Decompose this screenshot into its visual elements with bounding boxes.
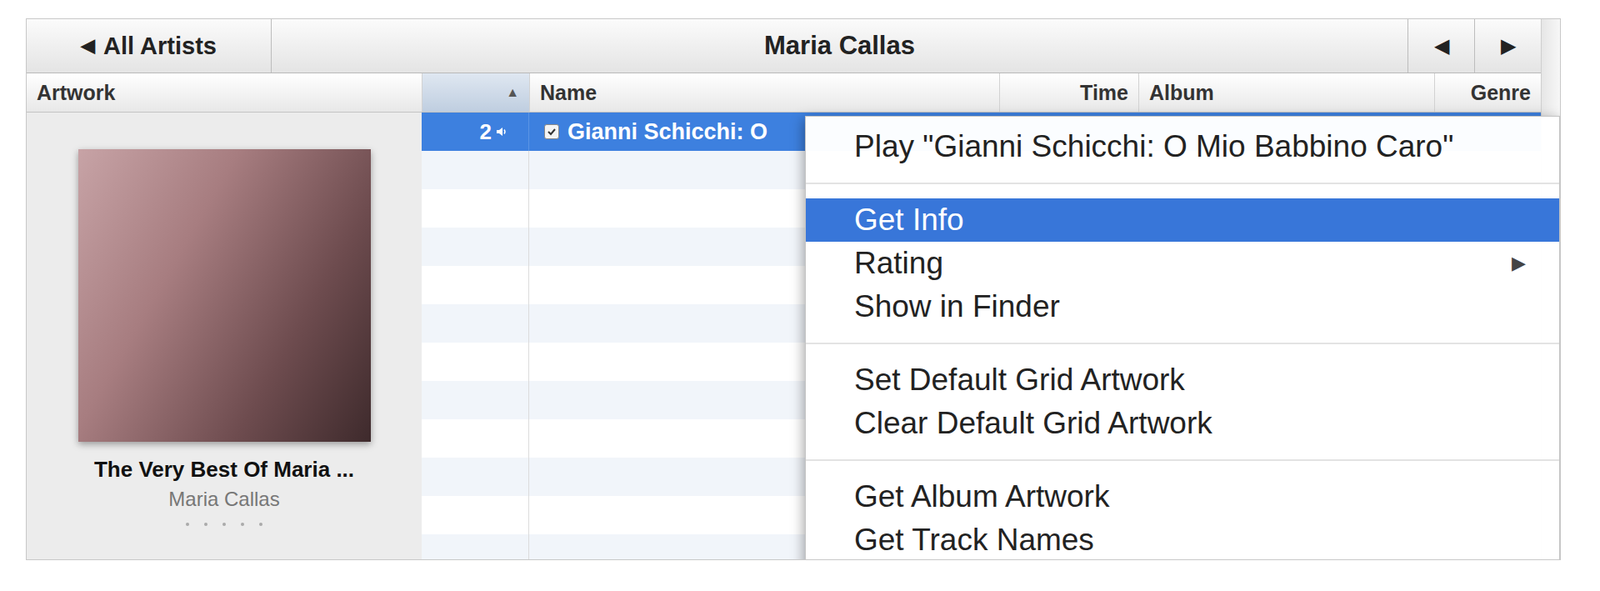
column-header-cell[interactable]: Genre (1434, 73, 1541, 112)
itunes-window: ◀ All Artists Maria Callas ◀▶ Artwork▲Na… (0, 0, 1600, 591)
column-header-cell[interactable]: Time (999, 73, 1139, 112)
rating-dot-icon (259, 522, 263, 526)
menu-item-label: Get Album Artwork (854, 479, 1110, 515)
back-arrow-icon: ◀ (80, 35, 95, 57)
column-header-cell[interactable]: Artwork (26, 73, 422, 112)
library-panel: ◀ All Artists Maria Callas ◀▶ Artwork▲Na… (25, 18, 1561, 560)
rating-dot-icon (185, 522, 190, 526)
context-menu: Play "Gianni Schicchi: O Mio Babbino Car… (805, 115, 1560, 560)
check-icon (545, 125, 558, 138)
menu-item-label: Get Track Names (854, 522, 1095, 558)
track-checkbox[interactable] (544, 124, 560, 140)
menu-item-label: Get Info (854, 202, 965, 238)
album-cover[interactable] (78, 149, 371, 442)
menu-item-label: Play "Gianni Schicchi: O Mio Babbino Car… (854, 129, 1454, 165)
menu-item-label: Rating (854, 245, 944, 281)
track-number-cell: 2 (421, 112, 530, 151)
album-rating[interactable] (185, 522, 263, 526)
menu-item-label: Clear Default Grid Artwork (854, 405, 1213, 441)
rating-dot-icon (204, 522, 208, 526)
menu-separator (805, 328, 1560, 359)
artist-toolbar: ◀ All Artists Maria Callas ◀▶ (26, 19, 1541, 74)
menu-item[interactable]: Set Default Grid Artwork (805, 358, 1560, 402)
column-header-cell[interactable]: ▲ (421, 73, 530, 112)
column-header-cell[interactable]: Album (1138, 73, 1435, 112)
album-title: The Very Best Of Maria ... (94, 456, 355, 483)
menu-separator (805, 168, 1560, 199)
menu-item[interactable]: Show in Finder (805, 285, 1560, 329)
menu-item[interactable]: Get Album Artwork (805, 475, 1560, 519)
menu-item-label: Set Default Grid Artwork (854, 362, 1185, 398)
rating-dot-icon (240, 522, 245, 526)
nav-arrow-button[interactable]: ▶ (1474, 19, 1541, 73)
submenu-arrow-icon: ▶ (1511, 252, 1526, 275)
menu-separator (805, 445, 1560, 475)
rating-dot-icon (222, 522, 226, 526)
artist-title: Maria Callas (271, 19, 1408, 73)
menu-item[interactable]: Get Track Names (805, 518, 1560, 560)
column-header-cell[interactable]: Name (529, 73, 1000, 112)
track-name: Gianni Schicchi: O (567, 119, 768, 145)
album-artist: Maria Callas (168, 487, 280, 511)
menu-item[interactable]: Get Info (805, 198, 1560, 242)
menu-item[interactable]: Rating ▶ (805, 241, 1560, 285)
menu-item-label: Show in Finder (854, 289, 1060, 325)
menu-item[interactable]: Clear Default Grid Artwork (805, 401, 1560, 445)
nav-arrow-button[interactable]: ◀ (1407, 19, 1475, 73)
speaker-icon (495, 125, 509, 139)
all-artists-button[interactable]: ◀ All Artists (26, 19, 272, 73)
all-artists-label: All Artists (103, 32, 217, 60)
track-number: 2 (480, 119, 492, 145)
menu-item[interactable]: Play "Gianni Schicchi: O Mio Babbino Car… (805, 125, 1560, 169)
artwork-column: The Very Best Of Maria ... Maria Callas (26, 112, 422, 560)
column-header: Artwork▲NameTimeAlbumGenre (26, 73, 1541, 113)
